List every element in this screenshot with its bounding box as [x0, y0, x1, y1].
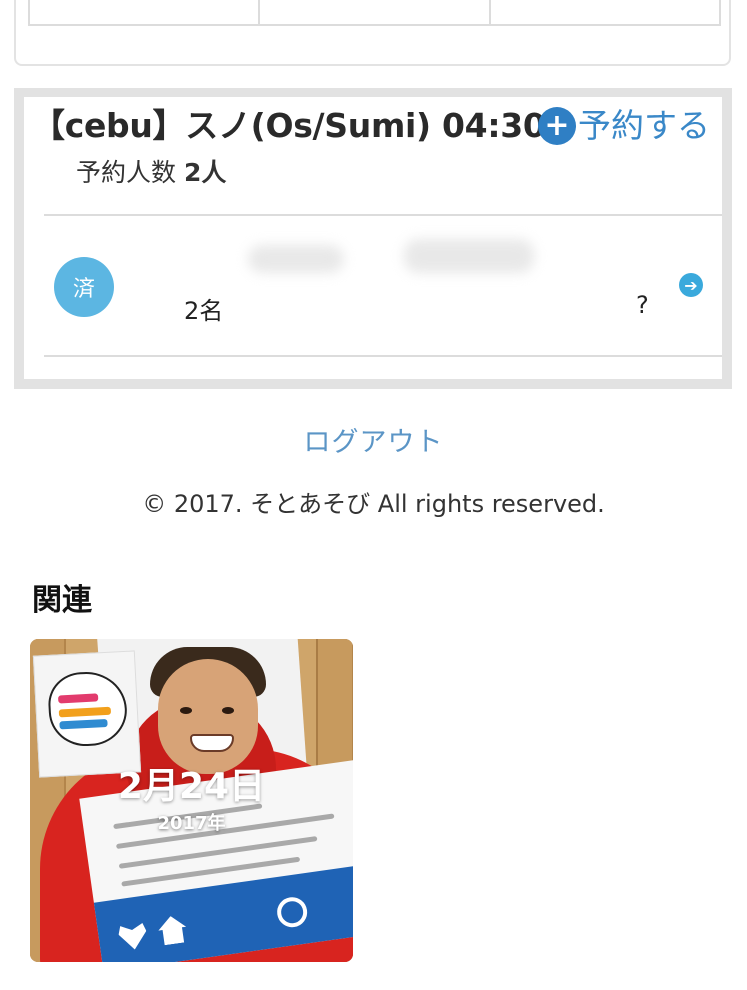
- arrow-right-circle-icon[interactable]: ➔: [679, 273, 703, 297]
- redacted-text: [404, 239, 534, 273]
- copyright-text: © 2017. そとあそび All rights reserved.: [142, 490, 605, 518]
- plus-circle-icon: +: [538, 107, 576, 145]
- table-cell: [30, 0, 261, 24]
- reserve-button-label: 予約する: [578, 106, 710, 145]
- reserve-button[interactable]: + 予約する: [538, 99, 710, 147]
- entry-people: 2名: [184, 297, 224, 325]
- related-item-year: 2017年: [157, 813, 226, 834]
- photo-eye: [222, 707, 234, 714]
- photo-search-icon: [275, 895, 310, 930]
- photo-house-icon: [157, 914, 189, 946]
- related-heading: 関連: [32, 583, 92, 618]
- logout-link[interactable]: ログアウト: [0, 420, 747, 459]
- reservation-title: 【cebu】スノ(Os/Sumi) 04:30: [32, 106, 546, 145]
- table-cell: [260, 0, 491, 24]
- reservation-count-value: 2人: [183, 158, 227, 187]
- entry-note: ?: [636, 291, 649, 319]
- related-item-date: 2月24日: [117, 766, 266, 807]
- divider: [44, 214, 722, 216]
- status-badge: 済: [54, 257, 114, 317]
- reservation-panel-body: 【cebu】スノ(Os/Sumi) 04:30 + 予約する 予約人数 2人 済…: [24, 97, 722, 379]
- previous-reservation-table: [28, 0, 721, 26]
- previous-reservation-card: [14, 0, 731, 66]
- redacted-text: [248, 245, 344, 273]
- related-item-thumbnail[interactable]: 2月24日 2017年: [30, 639, 353, 962]
- photo-heart-icon: [117, 920, 149, 952]
- reservation-count: 予約人数 2人: [76, 153, 226, 189]
- photo-eye: [180, 707, 192, 714]
- divider: [44, 355, 722, 357]
- table-cell: [491, 0, 719, 24]
- photo-mouth: [190, 734, 234, 752]
- reservation-count-label: 予約人数: [76, 158, 177, 187]
- reservation-panel: 【cebu】スノ(Os/Sumi) 04:30 + 予約する 予約人数 2人 済…: [14, 88, 732, 389]
